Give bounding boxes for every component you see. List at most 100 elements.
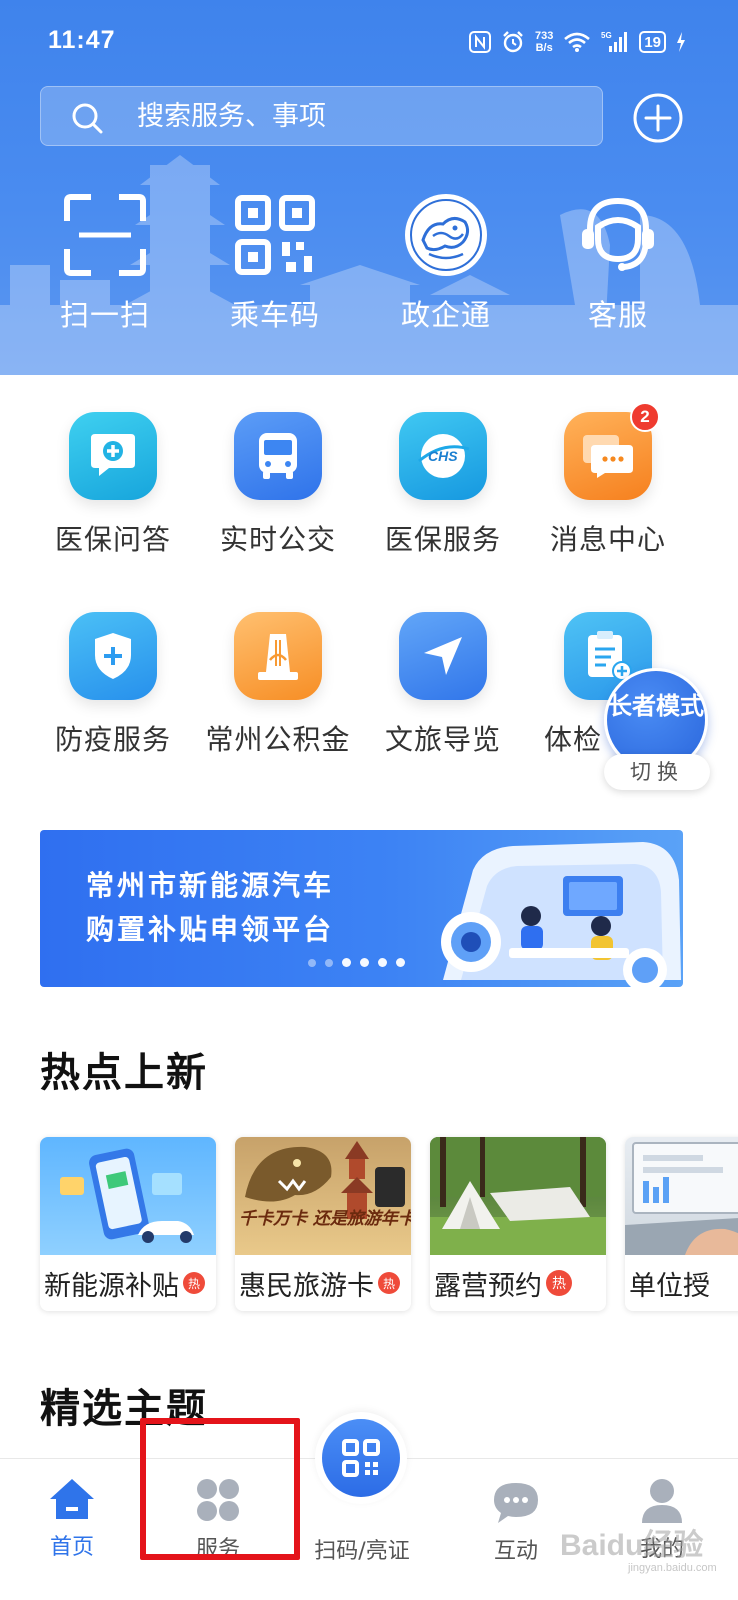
message-badge: 2: [630, 402, 660, 432]
chat-bubble-icon: [494, 1483, 538, 1523]
hot-card-tourism-card[interactable]: 千卡万卡 还是旅游年卡 惠民旅游卡 热: [235, 1137, 411, 1311]
tab-scan-license[interactable]: 扫码/亮证: [302, 1529, 422, 1565]
service-housing-fund[interactable]: 常州公积金: [193, 612, 363, 758]
service-message-center[interactable]: 2 消息中心: [523, 402, 693, 558]
hot-icon: 热: [378, 1272, 400, 1294]
home-icon: [50, 1479, 94, 1519]
hot-card-unit-auth[interactable]: 单位授: [625, 1137, 738, 1311]
charging-icon: [677, 32, 685, 52]
tab-label: 首页: [49, 1535, 94, 1560]
battery-icon: 19: [639, 31, 666, 53]
status-bar: 11:47 733 B/s 5G 19: [0, 0, 738, 80]
service-label: 常州公积金: [205, 723, 351, 756]
quick-label: 扫一扫: [59, 298, 150, 332]
tab-label: 互动: [493, 1539, 538, 1564]
hot-icon: 热: [183, 1272, 205, 1294]
service-label: 实时公交: [219, 523, 336, 556]
net-speed: 733 B/s: [535, 30, 553, 54]
alarm-icon: [503, 31, 523, 53]
service-realtime-bus[interactable]: 实时公交: [193, 412, 363, 558]
quick-ride-code[interactable]: 乘车码: [195, 190, 355, 334]
nfc-icon: [468, 31, 491, 53]
card-image-caption: 千卡万卡 还是旅游年卡: [239, 1209, 411, 1229]
hot-card-nev-subsidy[interactable]: 新能源补贴 热: [40, 1137, 216, 1311]
promo-banner[interactable]: 常州市新能源汽车 购置补贴申领平台: [40, 830, 683, 987]
service-label: 医保服务: [384, 523, 501, 556]
carousel-dot: [396, 958, 405, 967]
service-icon-bg: [69, 412, 157, 500]
service-medical-qa[interactable]: 医保问答: [28, 412, 198, 558]
laptop-illustration: [625, 1142, 738, 1255]
shield-plus-icon: [95, 633, 131, 679]
phone-car-illustration: [60, 1148, 194, 1243]
carousel-dot: [325, 958, 333, 967]
scan-license-button[interactable]: [315, 1412, 407, 1504]
service-icon-bg: [399, 612, 487, 700]
card-label-text: 单位授: [629, 1270, 710, 1302]
tab-interaction[interactable]: 互动: [456, 1481, 576, 1565]
net-speed-unit: B/s: [535, 42, 553, 54]
search-icon: [72, 103, 103, 134]
banner-line-1: 常州市新能源汽车: [86, 869, 335, 902]
card-label: 单位授: [625, 1255, 738, 1311]
card-label: 露营预约 热: [430, 1255, 606, 1311]
status-icons: 733 B/s 5G 19: [468, 25, 686, 59]
card-label-text: 惠民旅游卡: [239, 1270, 374, 1302]
carousel-dot: [308, 958, 316, 967]
search-bar[interactable]: [40, 86, 603, 146]
annotation-highlight-box: [140, 1418, 300, 1560]
quick-scan[interactable]: 扫一扫: [25, 190, 185, 334]
card-image: [40, 1137, 216, 1255]
add-icon[interactable]: [632, 92, 684, 144]
service-icon-bg: [234, 612, 322, 700]
card-label-text: 露营预约: [434, 1270, 542, 1302]
hot-section-title: 热点上新: [40, 1050, 208, 1096]
net-speed-value: 733: [534, 30, 554, 42]
service-icon-bg: 2: [564, 402, 660, 500]
tab-home[interactable]: 首页: [12, 1477, 132, 1561]
service-icon-bg: CHS: [399, 412, 487, 500]
quick-label: 乘车码: [229, 298, 320, 332]
tab-label: 扫码/亮证: [314, 1539, 410, 1564]
elder-mode-switch[interactable]: 切换: [604, 754, 710, 790]
app-header: 11:47 733 B/s 5G 19 搜索服务、事项 扫一扫 乘车码 政企通 …: [0, 0, 738, 375]
card-label: 新能源补贴 热: [40, 1255, 216, 1311]
quick-gov-enterprise[interactable]: 政企通: [366, 190, 526, 334]
hot-card-camping[interactable]: 露营预约 热: [430, 1137, 606, 1311]
dragon-emblem-icon: [405, 194, 487, 276]
profile-icon: [642, 1479, 682, 1523]
svg-text:CHS: CHS: [428, 448, 458, 464]
service-label: 医保问答: [54, 523, 171, 556]
service-epidemic[interactable]: 防疫服务: [28, 612, 198, 758]
quick-label: 客服: [587, 298, 648, 332]
quick-customer-service[interactable]: 客服: [538, 190, 698, 334]
hot-icon: 热: [546, 1270, 572, 1296]
card-image: [430, 1137, 606, 1255]
quick-label: 政企通: [400, 298, 491, 332]
service-icon-bg: [234, 412, 322, 500]
qr-code-icon: [235, 195, 315, 275]
card-label-text: 新能源补贴: [44, 1270, 179, 1302]
chs-icon: CHS: [418, 434, 470, 478]
elder-mode-toggle[interactable]: 长者模式 切换: [604, 668, 712, 792]
camping-tent-illustration: [430, 1137, 606, 1255]
scan-icon: [64, 194, 146, 276]
banner-line-2: 购置补贴申领平台: [86, 913, 335, 946]
service-culture-tourism[interactable]: 文旅导览: [358, 612, 528, 758]
baidu-watermark: Baidu经验: [560, 1529, 704, 1562]
search-input[interactable]: [137, 87, 587, 145]
baidu-watermark-url: jingyan.baidu.com: [628, 1562, 717, 1574]
service-icon-bg: [69, 612, 157, 700]
svg-text:5G: 5G: [601, 31, 612, 40]
card-image: [625, 1137, 738, 1255]
quick-actions: 扫一扫 乘车码 政企通 客服: [0, 190, 738, 340]
banner-illustration: [441, 842, 681, 987]
medical-qa-icon: [91, 434, 135, 476]
service-label: 消息中心: [549, 523, 666, 556]
card-image: 千卡万卡 还是旅游年卡: [235, 1137, 411, 1255]
scan-button-circle: [322, 1419, 400, 1497]
5g-signal-icon: 5G: [601, 31, 628, 52]
status-time: 11:47: [48, 26, 116, 54]
service-medical-insurance[interactable]: CHS 医保服务: [358, 412, 528, 558]
fund-icon: [258, 634, 298, 680]
